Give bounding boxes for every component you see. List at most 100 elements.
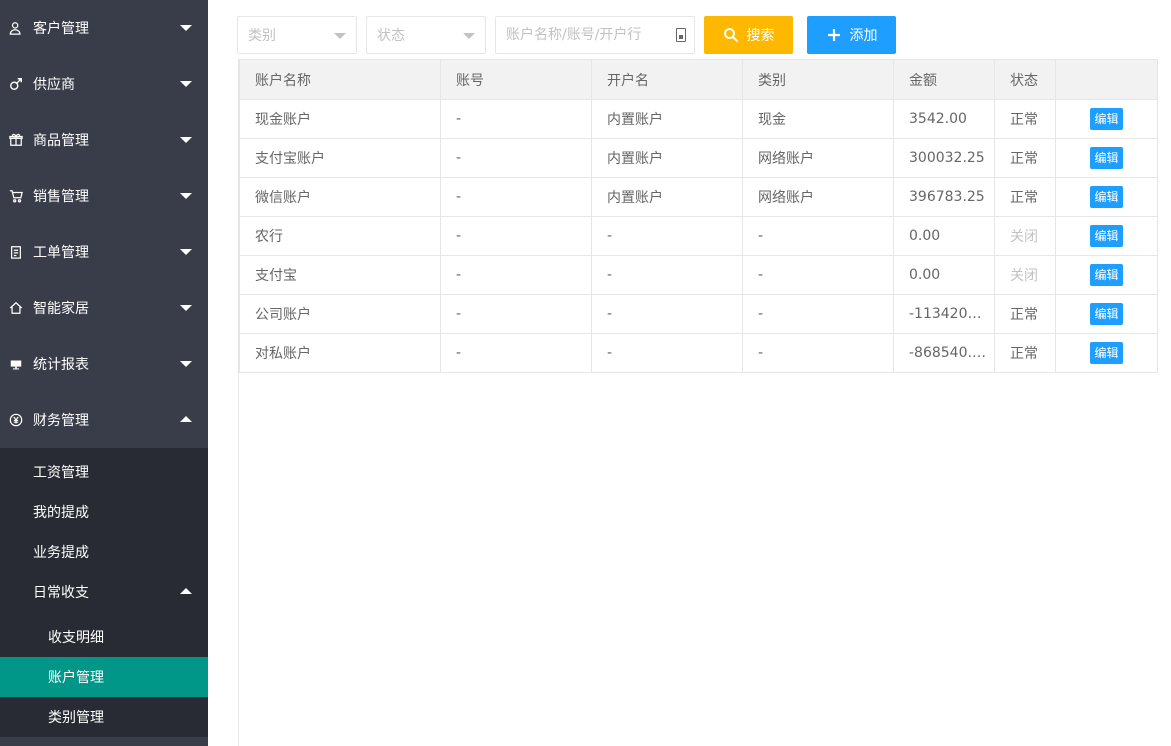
nav-label: 客户管理 [33, 21, 89, 37]
header-holder-name: 开户名 [591, 59, 743, 100]
sub-label: 类别管理 [48, 710, 104, 726]
account-name-cell: 农行 [239, 216, 441, 256]
operation-cell: 编辑 [1055, 177, 1158, 217]
category-cell: - [742, 255, 894, 295]
toolbar: 类别 状态 搜索 添加 [237, 16, 896, 54]
operation-cell: 编辑 [1055, 255, 1158, 295]
nav-label: 销售管理 [33, 189, 89, 205]
status-cell: 正常 [994, 177, 1056, 217]
chevron-down-icon [334, 33, 346, 39]
chevron-down-icon [180, 305, 192, 311]
status-cell: 正常 [994, 99, 1056, 139]
sub-label: 工资管理 [33, 465, 89, 481]
sub-label: 日常收支 [33, 585, 89, 601]
add-button[interactable]: 添加 [807, 16, 896, 54]
sub-salary-management[interactable]: 工资管理 [0, 452, 208, 492]
sub-business-commission[interactable]: 业务提成 [0, 532, 208, 572]
category-cell: - [742, 216, 894, 256]
account-name-cell: 微信账户 [239, 177, 441, 217]
table-row: 公司账户 - - - -113420… 正常 编辑 [239, 294, 1158, 334]
sub-daily-income-expense[interactable]: 日常收支 [0, 572, 208, 612]
status-cell: 关闭 [994, 255, 1056, 295]
sub-category-management[interactable]: 类别管理 [0, 697, 208, 737]
edit-button[interactable]: 编辑 [1090, 186, 1123, 208]
operation-cell: 编辑 [1055, 138, 1158, 178]
gift-icon [8, 132, 24, 148]
chevron-down-icon [180, 25, 192, 31]
account-number-cell: - [440, 333, 592, 373]
amount-cell: -868540.… [893, 333, 995, 373]
nav-statistics-report[interactable]: 统计报表 [0, 336, 208, 392]
nav-finance-management[interactable]: 财务管理 [0, 392, 208, 448]
nav-sales-management[interactable]: 销售管理 [0, 168, 208, 224]
chevron-down-icon [463, 33, 475, 39]
nav-supplier[interactable]: 供应商 [0, 56, 208, 112]
account-name-cell: 对私账户 [239, 333, 441, 373]
search-icon [723, 27, 739, 43]
category-cell: 网络账户 [742, 138, 894, 178]
amount-cell: 0.00 [893, 255, 995, 295]
sub-label: 收支明细 [48, 630, 104, 646]
category-cell: 现金 [742, 99, 894, 139]
operation-cell: 编辑 [1055, 216, 1158, 256]
table-row: 农行 - - -0.00 关闭 编辑 [239, 216, 1158, 256]
amount-cell: 0.00 [893, 216, 995, 256]
operation-cell: 编辑 [1055, 294, 1158, 334]
account-number-cell: - [440, 255, 592, 295]
sub-income-expense-detail[interactable]: 收支明细 [0, 617, 208, 657]
holder-name-cell: - [591, 216, 743, 256]
account-name-cell: 公司账户 [239, 294, 441, 334]
search-button-label: 搜索 [746, 28, 775, 44]
header-amount: 金额 [893, 59, 995, 100]
nav-smart-home[interactable]: 智能家居 [0, 280, 208, 336]
sub-label: 账户管理 [48, 670, 104, 686]
search-input[interactable] [496, 17, 666, 53]
finance-submenu: 工资管理 我的提成 业务提成 日常收支 收支明细 账户管理 类别管理 [0, 448, 208, 737]
account-number-cell: - [440, 177, 592, 217]
account-name-cell: 支付宝 [239, 255, 441, 295]
monitor-icon [8, 356, 24, 372]
category-cell: - [742, 294, 894, 334]
edit-button[interactable]: 编辑 [1090, 264, 1123, 286]
sub-account-management[interactable]: 账户管理 [0, 657, 208, 697]
holder-name-cell: 内置账户 [591, 99, 743, 139]
category-cell: 网络账户 [742, 177, 894, 217]
edit-button[interactable]: 编辑 [1090, 342, 1123, 364]
account-number-cell: - [440, 99, 592, 139]
nav-customer-management[interactable]: 客户管理 [0, 0, 208, 56]
user-icon [8, 20, 24, 36]
holder-name-cell: - [591, 255, 743, 295]
account-number-cell: - [440, 294, 592, 334]
nav-label: 财务管理 [33, 413, 89, 429]
nav-ticket-management[interactable]: 工单管理 [0, 224, 208, 280]
edit-button[interactable]: 编辑 [1090, 108, 1123, 130]
amount-cell: 396783.25 [893, 177, 995, 217]
chevron-down-icon [180, 193, 192, 199]
account-table-container: 账户名称 账号 开户名 类别 金额 状态 现金账户 - 内置账户 现金 3542.00 正… [238, 59, 1171, 746]
table-row: 支付宝账户 - 内置账户 网络账户 300032.25 正常 编辑 [239, 138, 1158, 178]
status-cell: 正常 [994, 333, 1056, 373]
plus-icon [826, 27, 842, 43]
edit-button[interactable]: 编辑 [1090, 225, 1123, 247]
edit-button[interactable]: 编辑 [1090, 147, 1123, 169]
table-row: 微信账户 - 内置账户 网络账户 396783.25 正常 编辑 [239, 177, 1158, 217]
yen-icon [8, 412, 24, 428]
holder-name-cell: - [591, 294, 743, 334]
clipboard-icon [8, 244, 24, 260]
category-select-placeholder: 类别 [248, 28, 276, 44]
holder-name-cell: 内置账户 [591, 177, 743, 217]
nav-product-management[interactable]: 商品管理 [0, 112, 208, 168]
sub-my-commission[interactable]: 我的提成 [0, 492, 208, 532]
account-name-cell: 现金账户 [239, 99, 441, 139]
table-row: 现金账户 - 内置账户 现金 3542.00 正常 编辑 [239, 99, 1158, 139]
search-button[interactable]: 搜索 [704, 16, 793, 54]
category-cell: - [742, 333, 894, 373]
account-name-cell: 支付宝账户 [239, 138, 441, 178]
chevron-up-icon [180, 588, 192, 594]
table-row: 支付宝 - - -0.00 关闭 编辑 [239, 255, 1158, 295]
category-select[interactable]: 类别 [237, 16, 357, 54]
nav-label: 供应商 [33, 77, 75, 93]
sub-label: 业务提成 [33, 545, 89, 561]
edit-button[interactable]: 编辑 [1090, 303, 1123, 325]
status-select[interactable]: 状态 [366, 16, 486, 54]
